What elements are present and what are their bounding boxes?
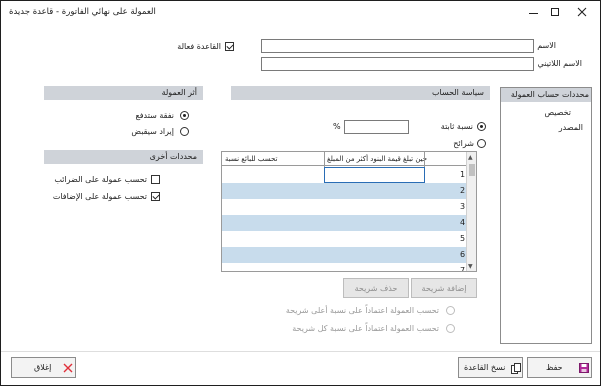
maximize-icon <box>551 8 559 16</box>
window-title: العمولة على نهائي الفاتورة - قاعدة جديدة <box>9 7 156 17</box>
slices-label: شرائح <box>453 139 474 148</box>
commission-rule-window: العمولة على نهائي الفاتورة - قاعدة جديدة… <box>0 0 601 386</box>
sidebar-item-customize[interactable]: تخصيص <box>544 108 571 117</box>
row-number: 6 <box>460 250 466 259</box>
other-params-header-label: محددات أخرى <box>149 152 197 161</box>
receivable-radio[interactable] <box>180 127 189 136</box>
fixed-rate-radio[interactable] <box>477 122 486 131</box>
save-label: حفظ <box>546 363 563 372</box>
copy-icon <box>511 363 521 374</box>
save-button[interactable]: حفظ <box>527 357 592 378</box>
sidebar-header: محددات حساب العمولة <box>501 88 591 102</box>
table-row[interactable]: 3 <box>222 199 466 215</box>
close-label: إغلاق <box>34 363 52 372</box>
each-slice-label: تحسب العمولة اعتماداً على نسبة كل شريحة <box>292 324 439 333</box>
calc-policy-header-label: سياسة الحساب <box>431 88 484 97</box>
table-row[interactable]: 7 <box>222 263 466 272</box>
table-row[interactable]: 4 <box>222 215 466 231</box>
copy-rule-button[interactable]: نسخ القاعدة <box>458 357 523 378</box>
taxes-label: تحسب عمولة على الضرائب <box>54 175 147 184</box>
scroll-down-icon[interactable]: ▼ <box>468 263 473 270</box>
copy-rule-label: نسخ القاعدة <box>464 363 506 372</box>
row-number: 7 <box>460 266 466 272</box>
other-params-header: محددات أخرى <box>44 150 203 164</box>
delete-slice-label: حذف شريحة <box>354 283 398 293</box>
add-slice-button[interactable]: إضافة شريحة <box>411 278 477 298</box>
highest-slice-radio[interactable] <box>446 306 455 315</box>
payable-radio[interactable] <box>180 111 189 120</box>
commission-effect-header-label: أثر العمولة <box>161 88 197 97</box>
additions-checkbox[interactable] <box>151 192 160 201</box>
close-window-button[interactable] <box>569 1 595 23</box>
slices-radio[interactable] <box>477 139 486 148</box>
sidebar-item-source[interactable]: المصدر <box>559 123 583 132</box>
taxes-checkbox[interactable] <box>151 175 160 184</box>
latin-name-label: الاسم اللاتيني <box>537 59 582 68</box>
scroll-up-icon[interactable]: ▲ <box>468 154 473 161</box>
grid-col-header: حين تبلغ قيمة البنود أكثر من المبلغ <box>327 155 428 163</box>
commission-params-sidebar: محددات حساب العمولة تخصيص المصدر <box>500 87 592 344</box>
maximize-button[interactable] <box>542 1 568 23</box>
table-row[interactable]: 1 <box>222 167 466 183</box>
commission-effect-header: أثر العمولة <box>44 86 203 100</box>
scroll-thumb[interactable] <box>469 164 475 176</box>
add-slice-label: إضافة شريحة <box>421 283 467 293</box>
fixed-rate-label: نسبة ثابتة <box>440 122 473 131</box>
calc-policy-header: سياسة الحساب <box>231 86 490 100</box>
close-button[interactable]: إغلاق <box>11 357 76 378</box>
active-rule-label: القاعدة فعالة <box>177 42 221 51</box>
each-slice-radio[interactable] <box>446 324 455 333</box>
grid-active-cell[interactable] <box>324 167 425 183</box>
minimize-icon <box>528 12 538 14</box>
grid-col-header: تحسب للبائع نسبة <box>225 155 278 163</box>
percent-sign: % <box>333 122 341 131</box>
title-bar: العمولة على نهائي الفاتورة - قاعدة جديدة <box>1 1 600 25</box>
row-number: 5 <box>460 234 466 243</box>
highest-slice-label: تحسب العمولة اعتماداً على نسبة أعلى شريح… <box>285 306 439 315</box>
table-row[interactable]: 5 <box>222 231 466 247</box>
row-number: 4 <box>460 218 466 227</box>
close-icon <box>577 7 587 17</box>
delete-slice-button[interactable]: حذف شريحة <box>343 278 409 298</box>
name-input[interactable] <box>261 39 534 53</box>
slices-grid[interactable]: تحسب للبائع نسبة حين تبلغ قيمة البنود أك… <box>221 151 477 272</box>
table-row[interactable]: 6 <box>222 247 466 263</box>
name-label: الاسم <box>537 41 556 50</box>
receivable-label: إيراد سيقبض <box>131 127 174 136</box>
table-row[interactable]: 2 <box>222 183 466 199</box>
sidebar-item-label: المصدر <box>558 123 583 132</box>
active-rule-checkbox[interactable] <box>225 42 234 51</box>
payable-label: نفقة ستدفع <box>135 111 174 120</box>
sidebar-header-label: محددات حساب العمولة <box>510 90 589 99</box>
additions-label: تحسب عمولة على الإضافات <box>52 192 147 201</box>
grid-header: تحسب للبائع نسبة حين تبلغ قيمة البنود أك… <box>222 152 466 166</box>
grid-scrollbar[interactable]: ▲ ▼ <box>467 152 476 271</box>
sidebar-item-label: تخصيص <box>544 108 571 117</box>
rate-input[interactable] <box>344 120 409 134</box>
latin-name-input[interactable] <box>261 57 534 71</box>
row-number: 1 <box>460 170 466 179</box>
row-number: 2 <box>460 186 466 195</box>
row-number: 3 <box>460 202 466 211</box>
close-x-icon <box>63 363 73 373</box>
save-icon <box>579 363 589 373</box>
